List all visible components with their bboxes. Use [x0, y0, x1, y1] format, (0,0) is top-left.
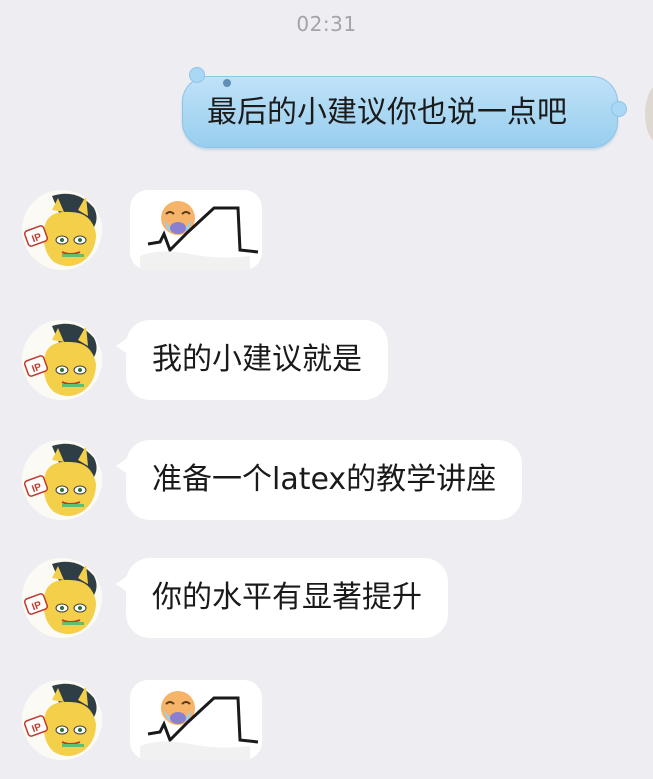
- bubble-tail: [116, 336, 130, 356]
- incoming-message-bubble[interactable]: 准备一个latex的教学讲座: [116, 440, 523, 520]
- outgoing-message-row: 最后的小建议你也说一点吧: [170, 64, 653, 154]
- contact-avatar[interactable]: IP: [22, 680, 102, 760]
- my-avatar[interactable]: [645, 84, 653, 144]
- crying-emoji-sticker-icon: [130, 680, 262, 760]
- anime-avatar-icon: IP: [22, 680, 102, 760]
- anime-avatar-icon: IP: [22, 320, 102, 400]
- outgoing-message-bubble[interactable]: 最后的小建议你也说一点吧: [182, 67, 627, 148]
- crying-emoji-sticker-icon: [130, 190, 262, 270]
- contact-avatar[interactable]: IP: [22, 320, 102, 400]
- anime-avatar-icon: IP: [22, 440, 102, 520]
- incoming-message-text: 你的水平有显著提升: [152, 580, 422, 615]
- message-timestamp: 02:31: [296, 12, 357, 36]
- contact-avatar[interactable]: IP: [22, 440, 102, 520]
- contact-avatar[interactable]: IP: [22, 558, 102, 638]
- anime-avatar-icon: IP: [22, 190, 102, 270]
- incoming-message-bubble[interactable]: 你的水平有显著提升: [116, 558, 448, 638]
- contact-avatar[interactable]: IP: [22, 190, 102, 270]
- incoming-message-text: 准备一个latex的教学讲座: [152, 462, 497, 497]
- bubble-decoration-icon: [611, 101, 627, 117]
- incoming-message-text: 我的小建议就是: [152, 342, 362, 377]
- outgoing-message-text: 最后的小建议你也说一点吧: [207, 95, 567, 130]
- bubble-dot-icon: [223, 79, 231, 87]
- bubble-tail: [116, 574, 130, 594]
- bubble-decoration-icon: [189, 67, 205, 83]
- sticker-message[interactable]: [130, 190, 262, 270]
- incoming-message-bubble[interactable]: 我的小建议就是: [116, 320, 388, 400]
- anime-avatar-icon: IP: [22, 558, 102, 638]
- bubble-tail: [116, 456, 130, 476]
- sticker-message[interactable]: [130, 680, 262, 760]
